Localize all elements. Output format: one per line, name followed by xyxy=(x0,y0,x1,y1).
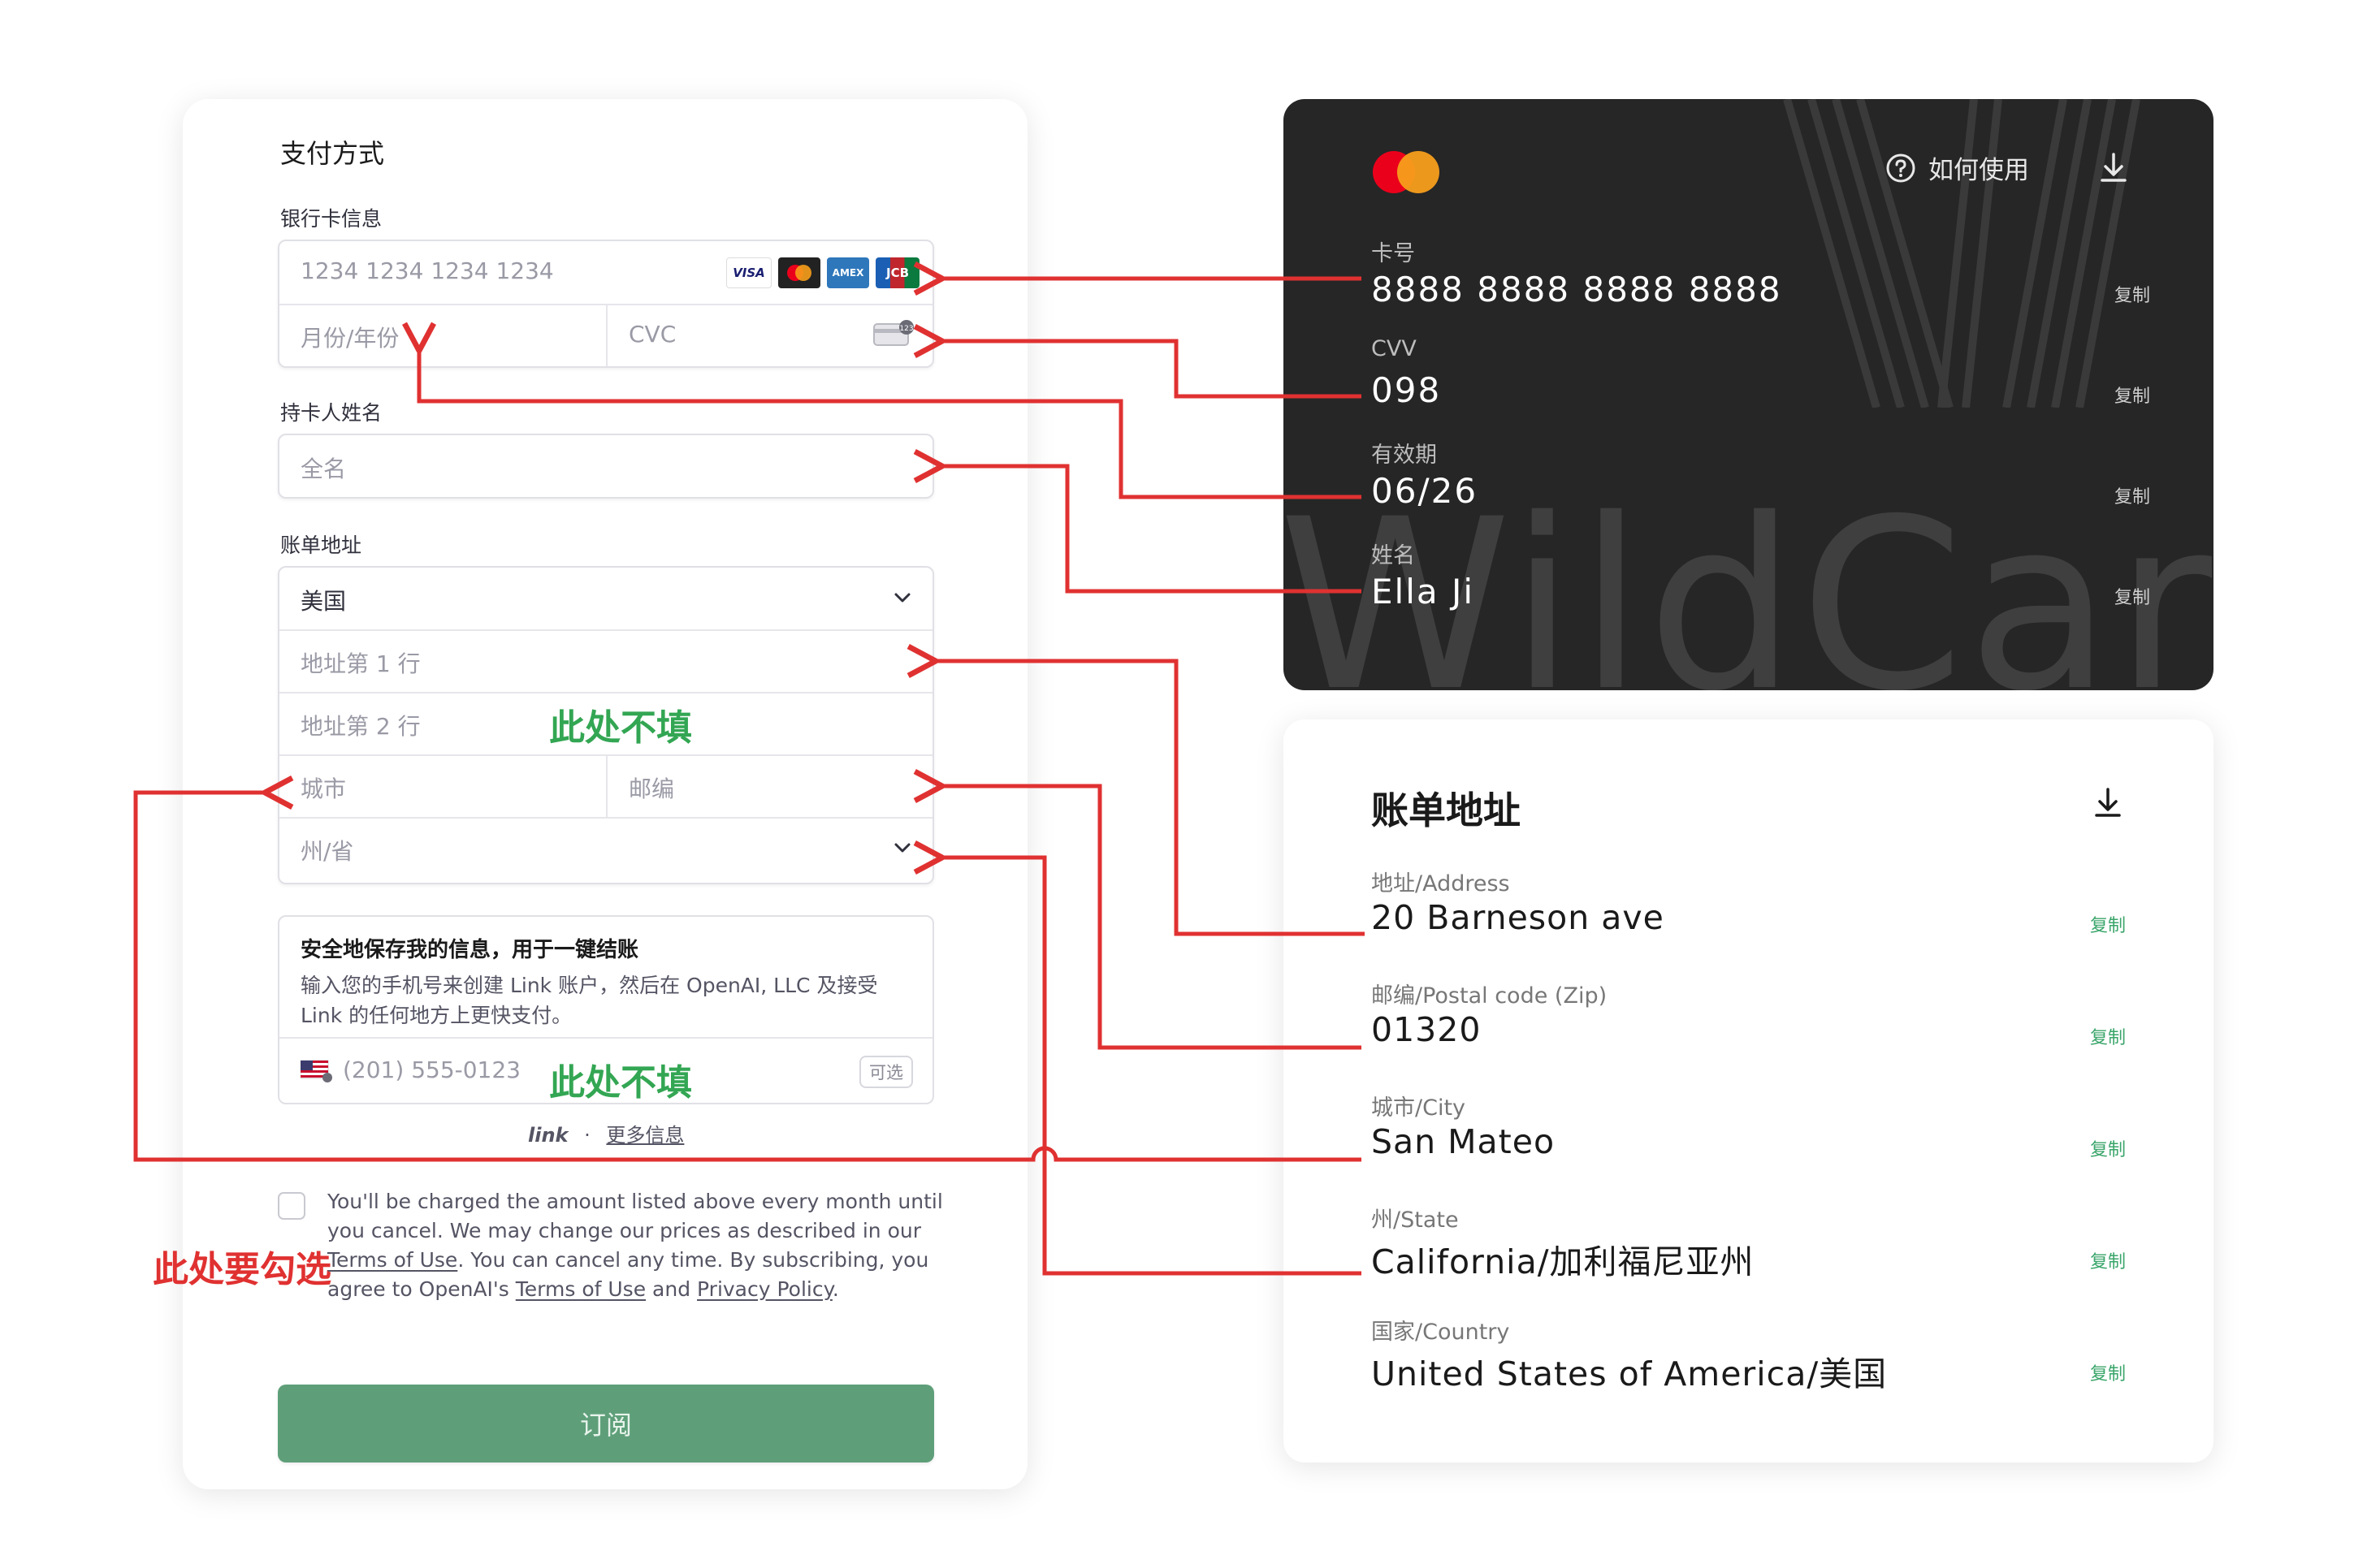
note-skip-address2: 此处不填 xyxy=(549,707,692,749)
arrow-name xyxy=(913,449,1361,594)
annotation-arrows xyxy=(133,261,1365,1276)
arrow-zip xyxy=(913,769,1361,1050)
arrow-expiry xyxy=(402,322,1361,499)
note-skip-phone: 此处不填 xyxy=(549,1062,692,1104)
arrow-cvv xyxy=(913,324,1361,399)
arrow-state xyxy=(913,840,1361,1276)
arrow-address xyxy=(907,644,1365,936)
note-must-check: 此处要勾选 xyxy=(153,1249,331,1290)
